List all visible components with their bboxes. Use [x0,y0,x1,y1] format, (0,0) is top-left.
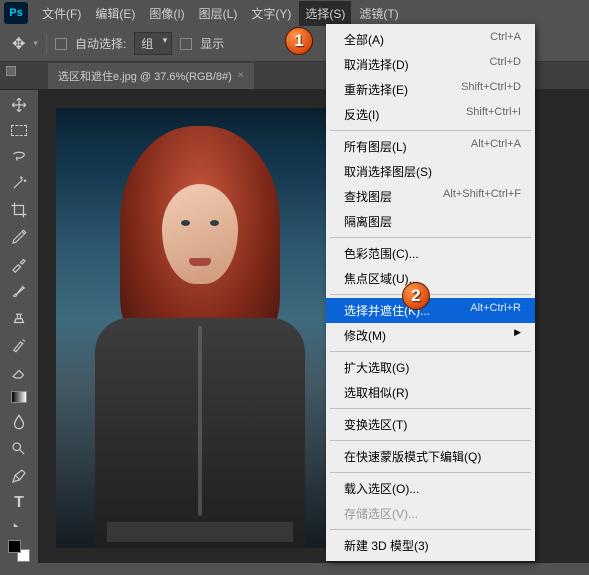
menu-find-layers[interactable]: 查找图层Alt+Shift+Ctrl+F [326,184,535,209]
menu-file[interactable]: 文件(F) [36,1,87,26]
document-tab[interactable]: 选区和遮住e.jpg @ 37.6%(RGB/8#) × [48,63,254,89]
menu-image[interactable]: 图像(I) [143,1,190,26]
lasso-tool[interactable] [8,147,30,165]
show-label: 显示 [200,35,224,52]
menu-deselect[interactable]: 取消选择(D)Ctrl+D [326,52,535,77]
clone-stamp-tool[interactable] [8,309,30,327]
menu-select[interactable]: 选择(S) [299,1,351,26]
menu-save-selection[interactable]: 存储选区(V)... [326,501,535,526]
magic-wand-tool[interactable] [8,174,30,192]
gradient-tool[interactable] [8,390,30,405]
annotation-marker-2: 2 [402,282,430,310]
menu-load-selection[interactable]: 载入选区(O)... [326,476,535,501]
eyedropper-tool[interactable] [8,228,30,246]
app-logo: Ps [4,2,28,24]
menu-transform-selection[interactable]: 变换选区(T) [326,412,535,437]
menu-edit[interactable]: 编辑(E) [89,1,141,26]
history-brush-tool[interactable] [8,336,30,354]
menu-filter[interactable]: 滤镜(T) [353,1,404,26]
show-checkbox[interactable] [180,38,192,50]
menu-color-range[interactable]: 色彩范围(C)... [326,241,535,266]
menu-deselect-layers[interactable]: 取消选择图层(S) [326,159,535,184]
foreground-background-color[interactable] [8,540,30,562]
menu-isolate-layers[interactable]: 隔离图层 [326,209,535,234]
menu-layer[interactable]: 图层(L) [193,1,244,26]
menu-edit-quick-mask[interactable]: 在快速蒙版模式下编辑(Q) [326,444,535,469]
auto-select-checkbox[interactable] [55,38,67,50]
dropdown-affordance-icon: ▾ [33,38,38,49]
menu-type[interactable]: 文字(Y) [245,1,297,26]
healing-brush-tool[interactable] [8,255,30,273]
marquee-tool[interactable] [8,123,30,138]
menu-modify[interactable]: 修改(M)▶ [326,323,535,348]
submenu-arrow-icon: ▶ [514,327,521,344]
document-image [56,108,343,548]
workspace-switcher-icon[interactable] [6,66,16,76]
toolbox: T [0,90,38,563]
eraser-tool[interactable] [8,363,30,381]
menu-grow[interactable]: 扩大选取(G) [326,355,535,380]
annotation-marker-1: 1 [285,27,313,55]
move-icon: ✥ [12,34,25,54]
menu-new-3d-extrusion[interactable]: 新建 3D 模型(3) [326,533,535,558]
close-icon[interactable]: × [238,70,244,81]
pen-tool[interactable] [8,467,30,485]
menu-focus-area[interactable]: 焦点区域(U)... [326,266,535,291]
menu-reselect[interactable]: 重新选择(E)Shift+Ctrl+D [326,77,535,102]
status-thumb-area [0,527,38,575]
move-tool[interactable] [8,96,30,114]
crop-tool[interactable] [8,201,30,219]
menu-inverse[interactable]: 反选(I)Shift+Ctrl+I [326,102,535,127]
menu-select-and-mask[interactable]: 选择并遮住(K)...Alt+Ctrl+R [326,298,535,323]
select-menu-dropdown: 全部(A)Ctrl+A 取消选择(D)Ctrl+D 重新选择(E)Shift+C… [326,24,535,561]
tab-title: 选区和遮住e.jpg @ 37.6%(RGB/8#) [58,68,232,84]
auto-select-label: 自动选择: [75,35,126,52]
type-tool[interactable]: T [8,494,30,512]
group-select[interactable]: 组 [134,32,172,55]
menubar: Ps 文件(F) 编辑(E) 图像(I) 图层(L) 文字(Y) 选择(S) 滤… [0,0,589,26]
dodge-tool[interactable] [8,440,30,458]
menu-select-all[interactable]: 全部(A)Ctrl+A [326,27,535,52]
blur-tool[interactable] [8,413,30,431]
menu-all-layers[interactable]: 所有图层(L)Alt+Ctrl+A [326,134,535,159]
brush-tool[interactable] [8,282,30,300]
menu-similar[interactable]: 选取相似(R) [326,380,535,405]
